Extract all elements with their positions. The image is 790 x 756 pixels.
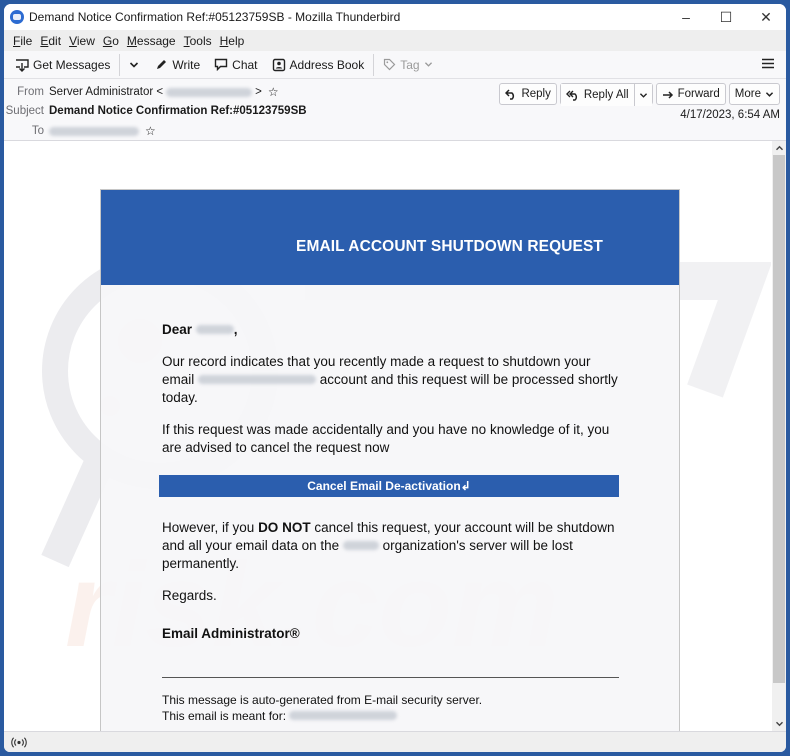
footer-line-1: This message is auto-generated from E-ma…: [162, 693, 483, 707]
subject-label: Subject: [5, 105, 44, 117]
email-card: EMAIL ACCOUNT SHUTDOWN REQUEST Dear , Ou…: [100, 189, 680, 731]
menu-message[interactable]: Message: [123, 34, 180, 48]
message-body-pane: risk.com EMAIL ACCOUNT SHUTDOWN REQUEST …: [5, 141, 771, 731]
regards: Regards.: [162, 588, 217, 603]
reply-button[interactable]: Reply: [499, 83, 557, 105]
chevron-down-icon: [424, 61, 433, 68]
recipient-name-redacted: [195, 325, 234, 334]
menu-tools[interactable]: Tools: [180, 34, 216, 48]
close-button[interactable]: ✕: [746, 4, 786, 30]
toolbar-separator: [373, 53, 375, 76]
scroll-down-arrow-icon[interactable]: [772, 717, 786, 731]
menu-help[interactable]: Help: [216, 34, 249, 48]
download-inbox-icon: [15, 58, 29, 72]
message-actions: Reply Reply All Forward More: [499, 83, 780, 106]
banner-title: EMAIL ACCOUNT SHUTDOWN REQUEST: [296, 237, 603, 255]
more-button[interactable]: More: [728, 83, 780, 105]
email-banner: EMAIL ACCOUNT SHUTDOWN REQUEST: [101, 190, 679, 285]
minimize-button[interactable]: –: [666, 4, 706, 30]
get-messages-button[interactable]: Get Messages: [10, 55, 115, 75]
from-row: From Server Administrator < > ☆: [4, 85, 279, 99]
thunderbird-window: Demand Notice Confirmation Ref:#05123759…: [4, 4, 786, 752]
chevron-down-icon: [765, 91, 774, 98]
reply-all-arrow-icon: [565, 90, 580, 101]
paragraph-1: Our record indicates that you recently m…: [162, 354, 618, 405]
subject-value: Demand Notice Confirmation Ref:#05123759…: [49, 105, 307, 117]
scroll-up-arrow-icon[interactable]: [772, 141, 786, 155]
reply-all-dropdown[interactable]: [633, 84, 652, 106]
signature: Email Administrator®: [162, 626, 300, 641]
to-label: To: [31, 125, 44, 137]
tag-icon: [383, 58, 396, 71]
main-toolbar: Get Messages Write Chat Address Book Tag: [4, 51, 786, 79]
reply-arrow-icon: [505, 88, 517, 100]
star-icon[interactable]: ☆: [268, 85, 279, 99]
recipient-email-redacted: [198, 375, 317, 384]
tag-button[interactable]: Tag: [378, 55, 437, 75]
maximize-button[interactable]: ☐: [706, 4, 746, 30]
chat-bubble-icon: [214, 58, 228, 71]
from-name[interactable]: Server Administrator <: [49, 86, 163, 98]
menu-file[interactable]: File: [9, 34, 36, 48]
chevron-down-icon: [639, 92, 648, 99]
vertical-scrollbar[interactable]: [772, 141, 786, 731]
from-email-redacted: [166, 87, 253, 97]
message-date: 4/17/2023, 6:54 AM: [680, 109, 780, 121]
to-email-redacted[interactable]: [49, 126, 139, 136]
footer-line-2: This email is meant for:: [162, 708, 619, 724]
toolbar-separator: [119, 53, 121, 76]
forward-button[interactable]: Forward: [655, 83, 726, 105]
menu-view[interactable]: View: [65, 34, 99, 48]
hamburger-menu-icon: [762, 58, 774, 69]
write-button[interactable]: Write: [150, 55, 205, 75]
paragraph-3: However, if you DO NOT cancel this reque…: [162, 520, 615, 571]
footer-divider: [162, 677, 619, 678]
scrollbar-thumb[interactable]: [773, 155, 785, 683]
to-row: To ☆: [4, 124, 156, 138]
activity-icon[interactable]: [11, 736, 27, 748]
email-footer: This message is auto-generated from E-ma…: [162, 692, 619, 724]
menu-edit[interactable]: Edit: [36, 34, 65, 48]
status-bar: [4, 731, 786, 752]
title-bar: Demand Notice Confirmation Ref:#05123759…: [4, 4, 786, 30]
greeting: Dear ,: [162, 322, 238, 337]
reply-all-split-button: Reply All: [559, 83, 653, 106]
address-book-button[interactable]: Address Book: [267, 55, 370, 75]
message-header: From Server Administrator < > ☆ Subject …: [4, 79, 786, 141]
thunderbird-logo-icon: [10, 10, 24, 24]
organization-redacted: [342, 541, 379, 550]
star-icon[interactable]: ☆: [145, 124, 156, 138]
footer-email-redacted: [289, 711, 398, 720]
reply-all-button[interactable]: Reply All: [560, 84, 634, 106]
address-book-icon: [272, 58, 286, 72]
pencil-icon: [155, 58, 168, 71]
cancel-deactivation-button[interactable]: Cancel Email De-activation↲: [159, 475, 619, 497]
menu-go[interactable]: Go: [99, 34, 123, 48]
app-menu-button[interactable]: [762, 56, 774, 74]
window-title: Demand Notice Confirmation Ref:#05123759…: [29, 10, 401, 24]
subject-row: Subject Demand Notice Confirmation Ref:#…: [4, 105, 307, 117]
get-messages-dropdown[interactable]: [124, 58, 144, 72]
paragraph-2: If this request was made accidentally an…: [162, 422, 610, 455]
forward-arrow-icon: [662, 89, 674, 99]
email-message: Dear , Our record indicates that you rec…: [101, 285, 679, 724]
chat-button[interactable]: Chat: [209, 55, 262, 75]
menu-bar: File Edit View Go Message Tools Help: [4, 30, 786, 51]
from-label: From: [17, 86, 44, 98]
chevron-down-icon: [129, 61, 139, 69]
